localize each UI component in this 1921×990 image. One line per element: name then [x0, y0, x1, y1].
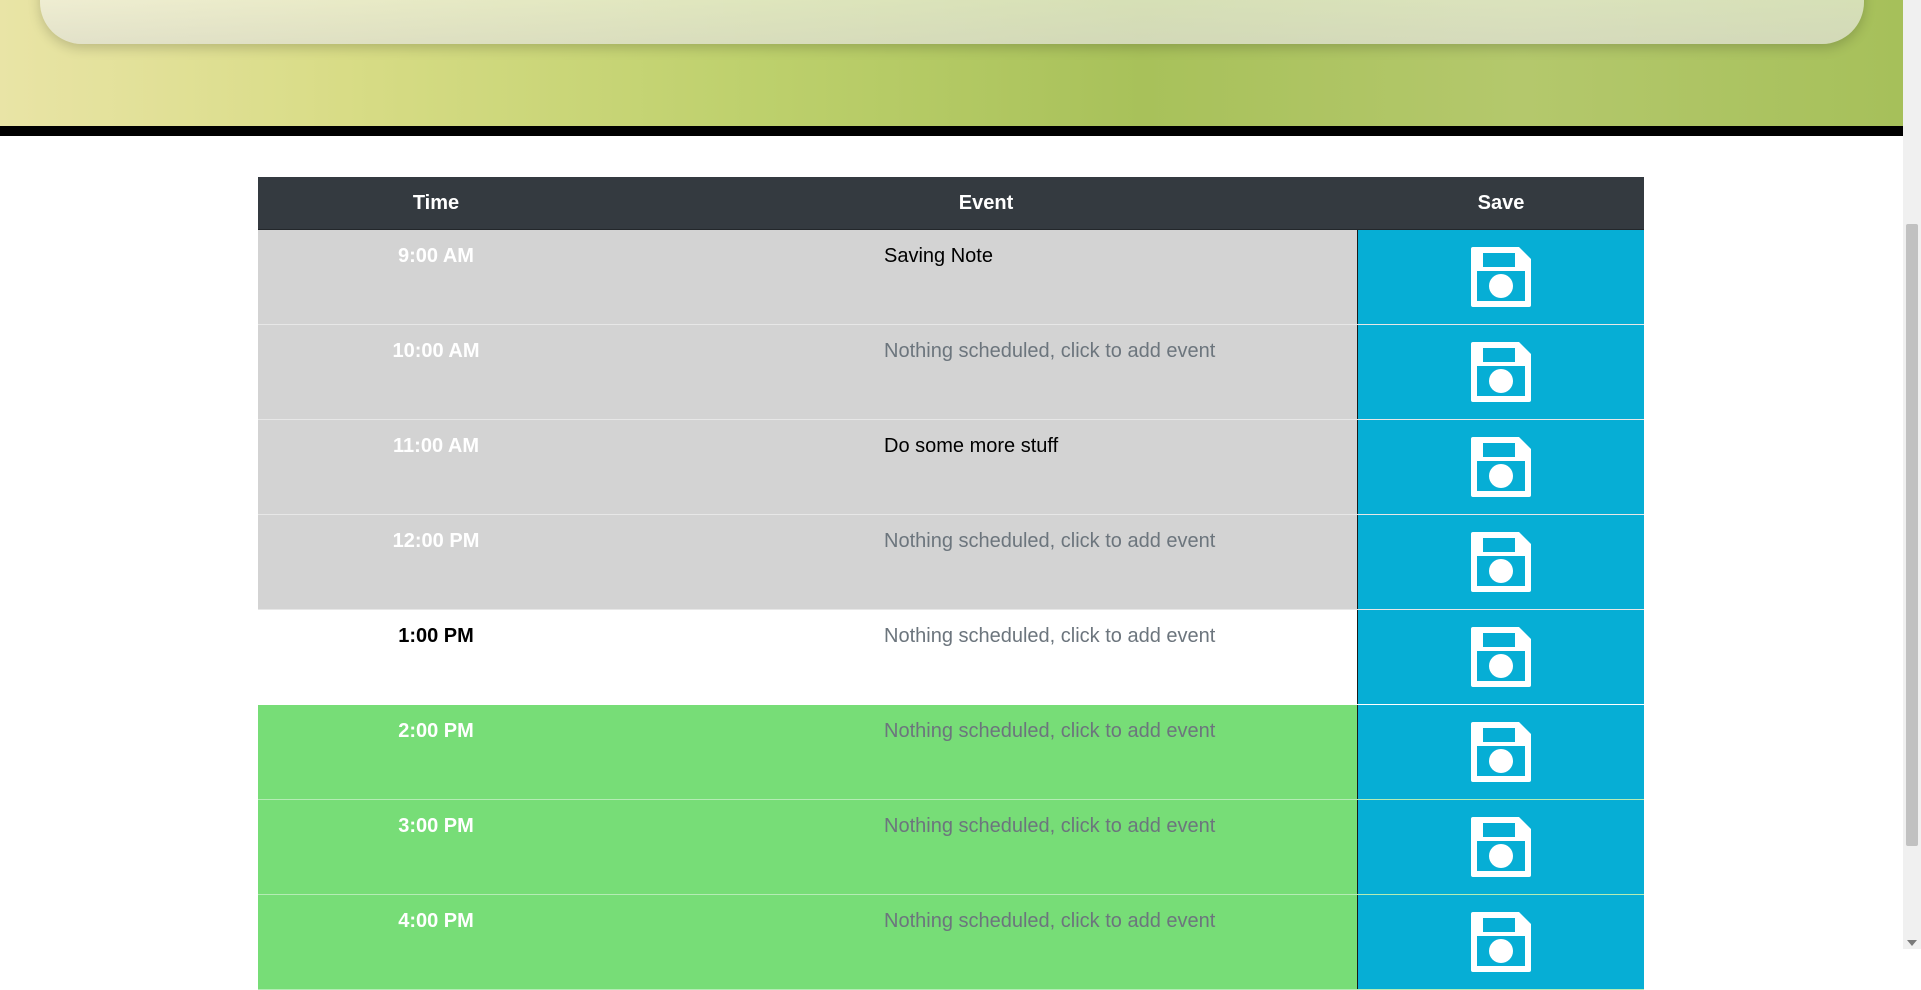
save-button[interactable]	[1358, 325, 1644, 419]
event-input[interactable]: Do some more stuff	[614, 420, 1358, 514]
event-input[interactable]: Nothing scheduled, click to add event	[614, 325, 1358, 419]
hour-time: 12:00 PM	[392, 530, 480, 552]
hour-time: 9:00 AM	[398, 245, 474, 267]
hour-row: 4:00 PM Nothing scheduled, click to add …	[258, 895, 1644, 990]
event-column-header: Event	[958, 191, 1014, 214]
event-input[interactable]: Nothing scheduled, click to add event	[614, 515, 1358, 609]
hour-row: 1:00 PM Nothing scheduled, click to add …	[258, 610, 1644, 705]
hour-row: 9:00 AM Saving Note	[258, 230, 1644, 325]
event-input[interactable]: Saving Note	[614, 230, 1358, 324]
hour-time: 4:00 PM	[398, 910, 474, 932]
scrollbar-thumb[interactable]	[1906, 224, 1918, 846]
event-input[interactable]: Nothing scheduled, click to add event	[614, 800, 1358, 894]
floppy-disk-icon	[1469, 815, 1533, 879]
event-input[interactable]: Nothing scheduled, click to add event	[614, 610, 1358, 704]
save-button[interactable]	[1358, 420, 1644, 514]
save-column-header: Save	[1477, 191, 1525, 214]
floppy-disk-icon	[1469, 340, 1533, 404]
hero-banner	[0, 0, 1903, 126]
save-button[interactable]	[1358, 800, 1644, 894]
floppy-disk-icon	[1469, 720, 1533, 784]
event-input[interactable]: Nothing scheduled, click to add event	[614, 895, 1358, 989]
save-button[interactable]	[1358, 610, 1644, 704]
floppy-disk-icon	[1469, 435, 1533, 499]
hour-row: 11:00 AM Do some more stuff	[258, 420, 1644, 515]
save-button[interactable]	[1358, 515, 1644, 609]
floppy-disk-icon	[1469, 530, 1533, 594]
floppy-disk-icon	[1469, 625, 1533, 689]
save-button[interactable]	[1358, 230, 1644, 324]
hour-row: 3:00 PM Nothing scheduled, click to add …	[258, 800, 1644, 895]
floppy-disk-icon	[1469, 245, 1533, 309]
save-button[interactable]	[1358, 705, 1644, 799]
hour-row: 2:00 PM Nothing scheduled, click to add …	[258, 705, 1644, 800]
hour-time: 1:00 PM	[398, 625, 474, 647]
page-scrollbar[interactable]	[1903, 0, 1921, 949]
floppy-disk-icon	[1469, 910, 1533, 974]
time-column-header: Time	[412, 191, 460, 214]
day-planner: Time Event Save 9:00 AM Saving Note 10:0…	[258, 177, 1644, 990]
save-button[interactable]	[1358, 895, 1644, 989]
hour-row: 12:00 PM Nothing scheduled, click to add…	[258, 515, 1644, 610]
event-input[interactable]: Nothing scheduled, click to add event	[614, 705, 1358, 799]
hero-overlay	[40, 0, 1864, 44]
hero-divider	[0, 126, 1903, 136]
scroll-down-arrow-icon[interactable]	[1907, 940, 1917, 946]
hour-time: 2:00 PM	[398, 720, 474, 742]
hour-row: 10:00 AM Nothing scheduled, click to add…	[258, 325, 1644, 420]
hour-time: 11:00 AM	[393, 435, 479, 457]
hour-time: 10:00 AM	[392, 340, 480, 362]
hour-time: 3:00 PM	[398, 815, 474, 837]
planner-header: Time Event Save	[258, 177, 1644, 230]
